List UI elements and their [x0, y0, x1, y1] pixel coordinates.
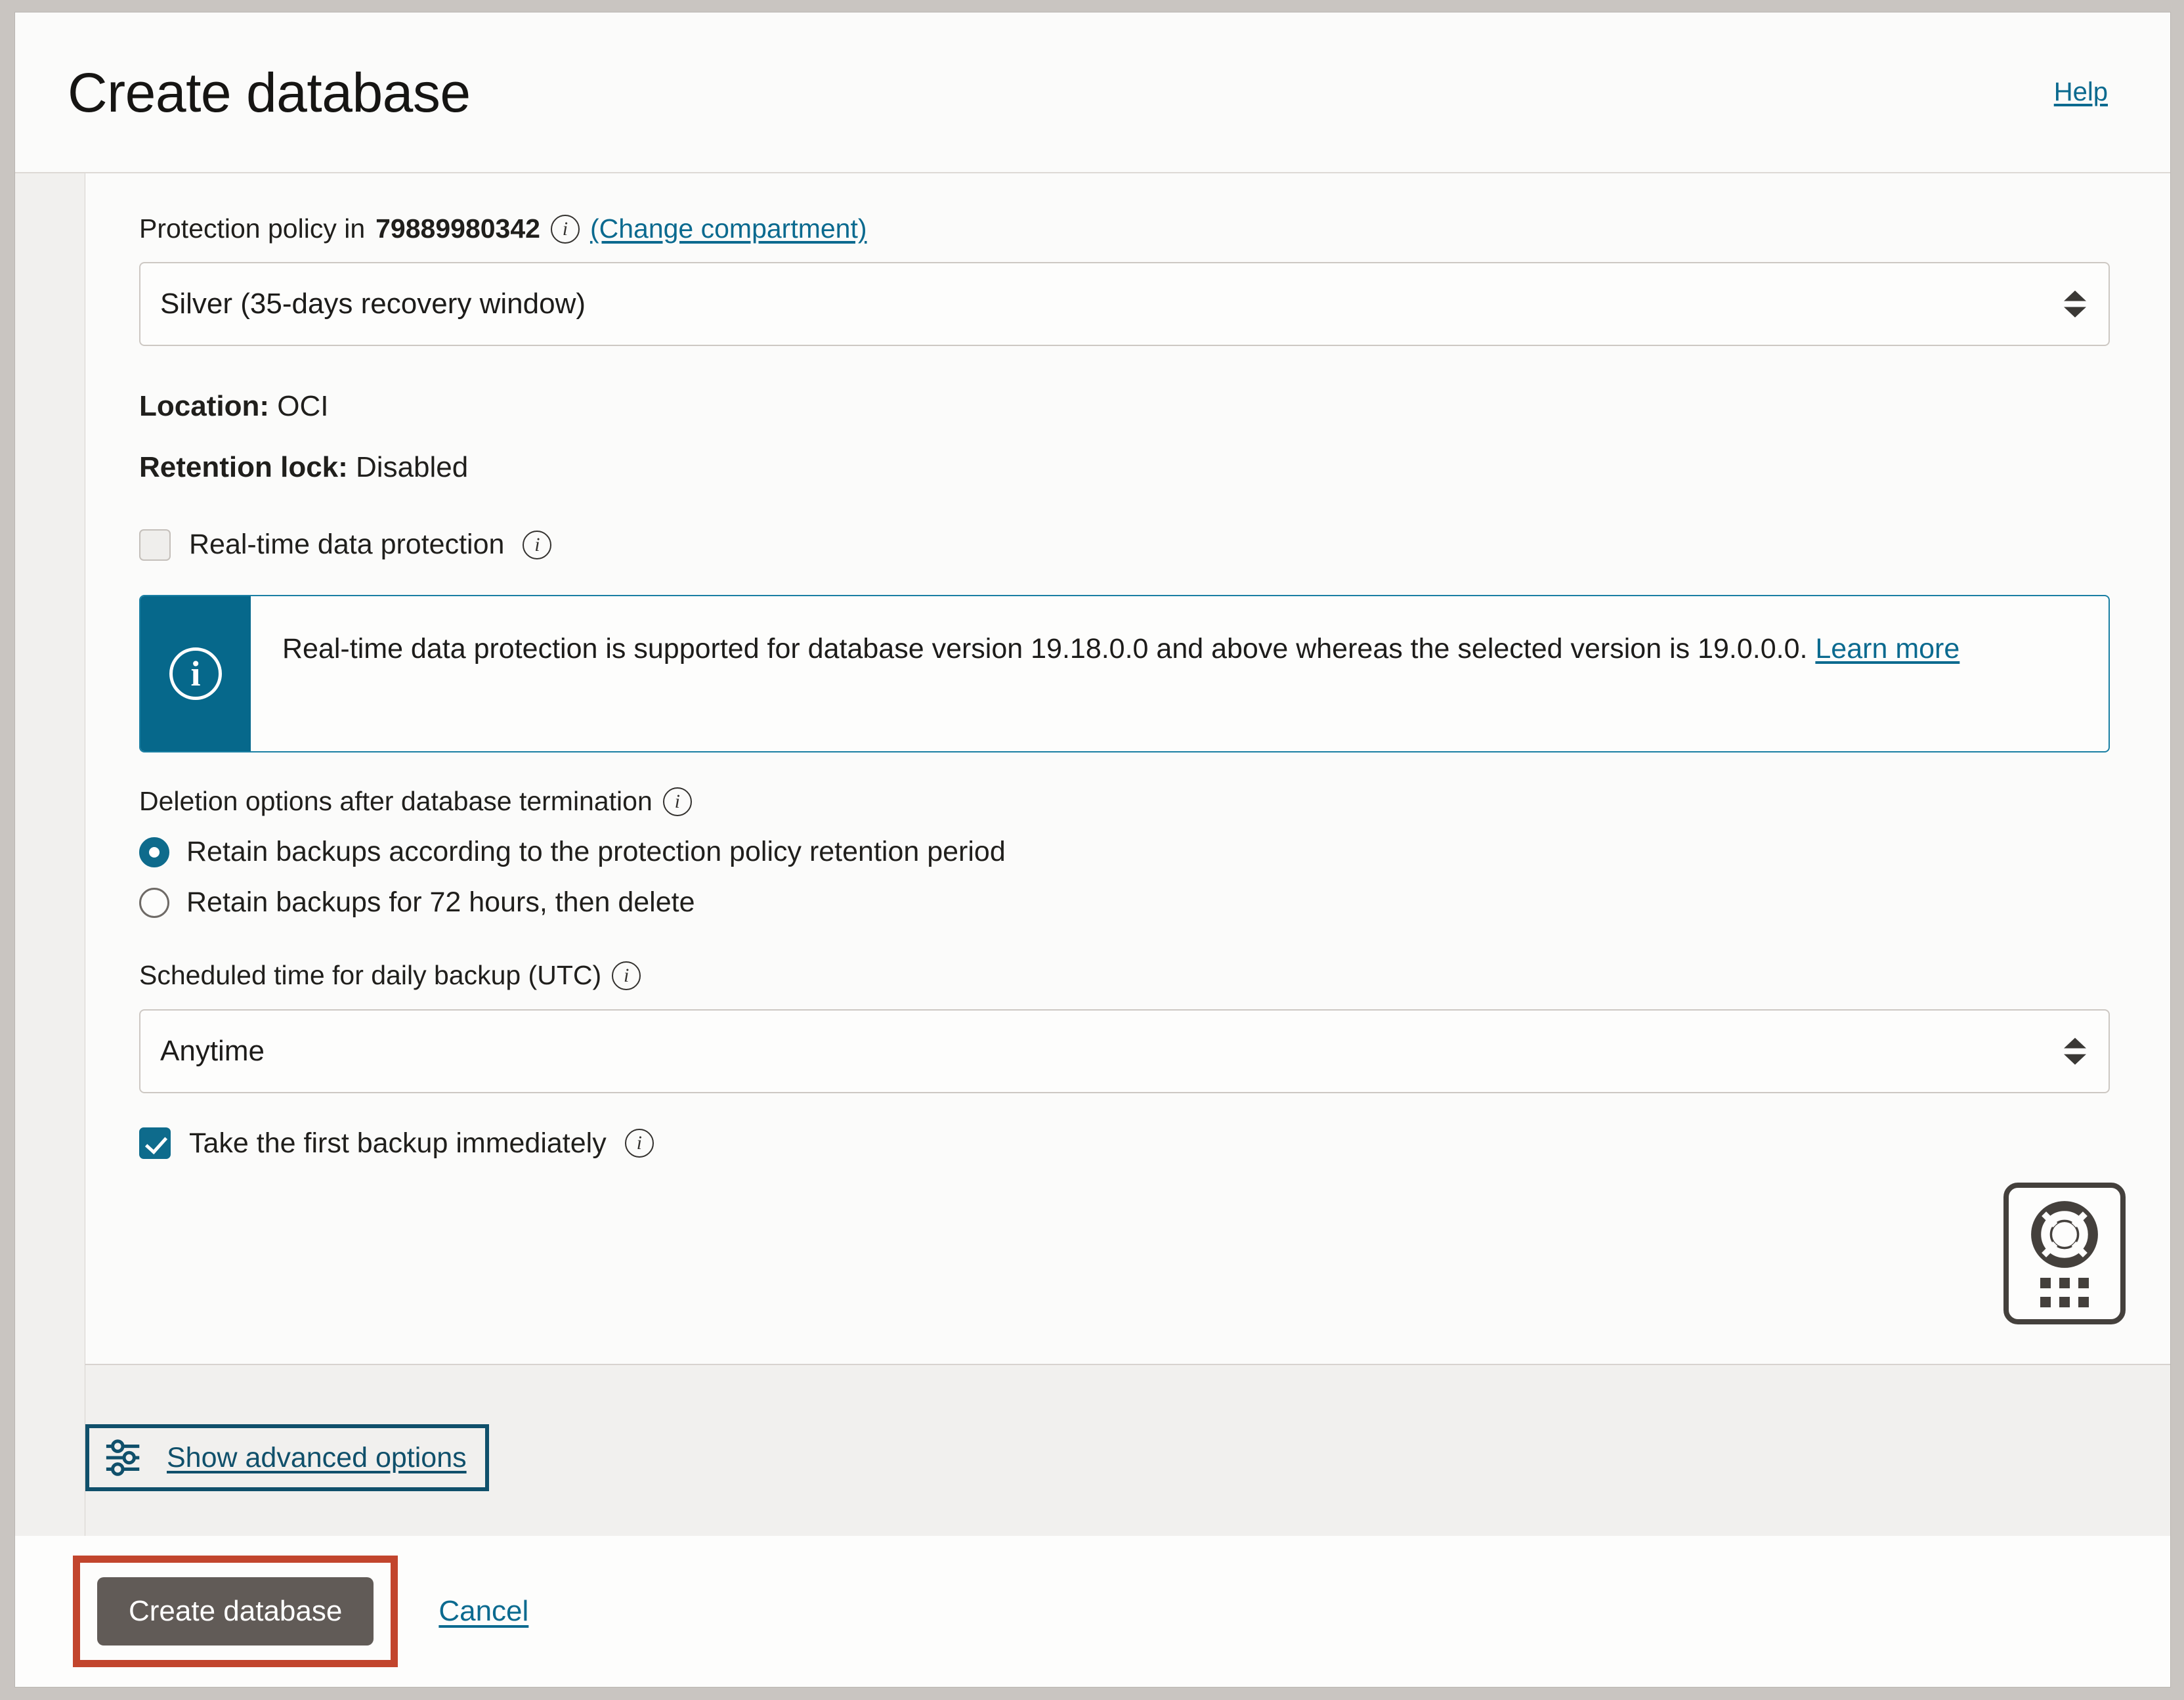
create-database-window: Create database Help Protection policy i…: [14, 12, 2171, 1688]
content-column: Protection policy in 79889980342 i (Chan…: [85, 173, 2170, 1536]
radio-retain-72-hours[interactable]: [139, 887, 169, 918]
sliders-icon: [106, 1439, 140, 1476]
first-backup-checkbox[interactable]: [139, 1127, 171, 1160]
window-header: Create database Help: [15, 12, 2170, 173]
retention-lock-row: Retention lock: Disabled: [139, 449, 2110, 485]
chevron-updown-icon[interactable]: [2064, 1037, 2086, 1065]
info-icon[interactable]: i: [612, 961, 641, 990]
form-card: Protection policy in 79889980342 i (Chan…: [85, 173, 2170, 1365]
protection-policy-select-value: Silver (35-days recovery window): [160, 288, 586, 320]
drag-handle-dots-icon[interactable]: [2040, 1277, 2089, 1307]
realtime-protection-label: Real-time data protection: [189, 529, 505, 561]
info-icon[interactable]: i: [624, 1129, 654, 1158]
page-title: Create database: [68, 61, 471, 123]
radio-retain-per-policy[interactable]: [139, 837, 169, 867]
info-icon[interactable]: i: [662, 787, 692, 816]
body-region: Protection policy in 79889980342 i (Chan…: [15, 173, 2170, 1536]
protection-policy-compartment: 79889980342: [375, 213, 540, 244]
info-icon[interactable]: i: [523, 530, 552, 559]
realtime-protection-checkbox[interactable]: [139, 529, 171, 561]
create-database-annotation: Create database: [73, 1556, 398, 1667]
info-banner-icon-column: i: [140, 596, 251, 752]
location-label: Location:: [139, 390, 269, 423]
realtime-protection-row[interactable]: Real-time data protection i: [139, 529, 2110, 561]
deletion-option-1[interactable]: Retain backups for 72 hours, then delete: [139, 886, 2110, 919]
location-value: OCI: [277, 390, 329, 423]
first-backup-row[interactable]: Take the first backup immediately i: [139, 1127, 2110, 1160]
left-gutter-rail: [15, 173, 85, 1536]
create-database-button[interactable]: Create database: [97, 1577, 374, 1646]
scheduled-time-label-text: Scheduled time for daily backup (UTC): [139, 960, 602, 991]
cancel-link[interactable]: Cancel: [439, 1595, 528, 1628]
protection-policy-label-prefix: Protection policy in: [139, 213, 366, 244]
help-link[interactable]: Help: [2054, 77, 2108, 107]
deletion-option-0[interactable]: Retain backups according to the protecti…: [139, 836, 2110, 868]
deletion-options-label: Deletion options after database terminat…: [139, 785, 2110, 817]
info-banner-text: Real-time data protection is supported f…: [282, 633, 1808, 665]
info-banner: i Real-time data protection is supported…: [139, 595, 2110, 753]
deletion-options-label-text: Deletion options after database terminat…: [139, 786, 653, 817]
floating-help-widget[interactable]: [2003, 1183, 2126, 1324]
life-ring-icon: [2031, 1200, 2098, 1268]
scheduled-time-label: Scheduled time for daily backup (UTC) i: [139, 959, 2110, 992]
protection-policy-select[interactable]: Silver (35-days recovery window): [139, 262, 2110, 347]
retention-lock-label: Retention lock:: [139, 451, 348, 484]
learn-more-link[interactable]: Learn more: [1815, 633, 1959, 665]
scheduled-time-select-value: Anytime: [160, 1034, 265, 1067]
change-compartment-link[interactable]: (Change compartment): [590, 213, 867, 245]
location-row: Location: OCI: [139, 388, 2110, 424]
info-icon[interactable]: i: [550, 214, 580, 244]
advanced-options-wrapper: Show advanced options: [85, 1424, 489, 1491]
retention-lock-value: Disabled: [356, 451, 469, 484]
scheduled-time-select[interactable]: Anytime: [139, 1009, 2110, 1093]
info-circle-icon: i: [169, 647, 222, 701]
window-footer: Create database Cancel: [15, 1536, 2170, 1687]
deletion-option-1-label: Retain backups for 72 hours, then delete: [186, 886, 695, 919]
info-banner-text-wrapper: Real-time data protection is supported f…: [251, 596, 1990, 751]
show-advanced-options-link[interactable]: Show advanced options: [167, 1442, 467, 1474]
deletion-option-0-label: Retain backups according to the protecti…: [186, 836, 1006, 868]
first-backup-label: Take the first backup immediately: [189, 1127, 607, 1159]
screenshot-root: Create database Help Protection policy i…: [0, 0, 2184, 1700]
show-advanced-options-annotation[interactable]: Show advanced options: [85, 1424, 489, 1491]
protection-policy-label: Protection policy in 79889980342 i (Chan…: [139, 213, 2110, 245]
chevron-updown-icon[interactable]: [2064, 290, 2086, 318]
